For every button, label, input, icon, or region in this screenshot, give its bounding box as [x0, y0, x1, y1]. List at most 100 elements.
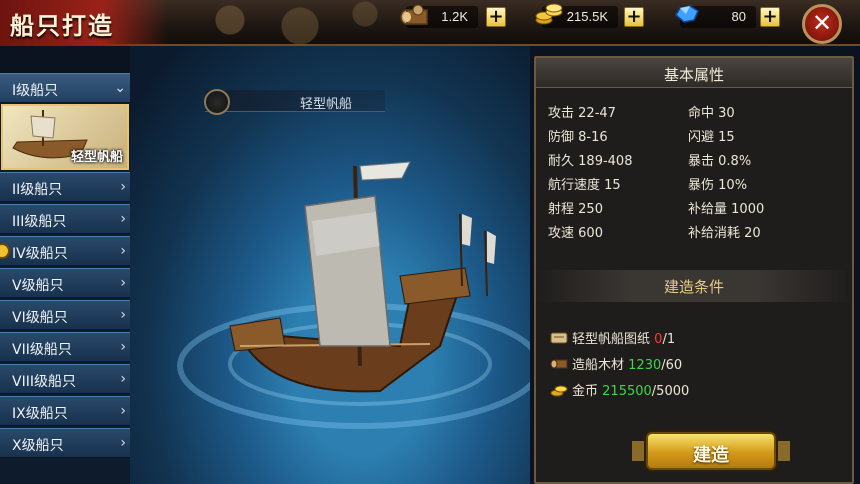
tier-8-ships[interactable]: VIII级船只 › [0, 364, 130, 394]
tier-label: VI级船只 [12, 310, 68, 326]
tier-label: X级船只 [12, 438, 64, 454]
attr-key: 攻速 [548, 226, 575, 241]
attr-supply: 补给量 1000 [688, 198, 764, 217]
attr-key: 补给消耗 [688, 226, 741, 241]
attr-value: 189-408 [578, 154, 633, 169]
attr-sail-speed: 航行速度 15 [548, 174, 621, 193]
req-label: 金币 [572, 384, 599, 399]
attr-supply-cost: 补给消耗 20 [688, 222, 761, 241]
build-button-label: 建造 [693, 445, 729, 466]
attr-key: 射程 [548, 202, 575, 217]
add-gem-button[interactable]: + [760, 7, 780, 27]
gold-resource: 215.5K [535, 3, 618, 28]
attr-value: 8-16 [578, 130, 608, 145]
attr-value: 15 [604, 178, 621, 193]
attr-key: 暴伤 [688, 178, 715, 193]
gold-coins-icon [535, 3, 563, 25]
add-gold-button[interactable]: + [624, 7, 644, 27]
tier-label: IX级船只 [12, 406, 68, 422]
attr-dodge: 闪避 15 [688, 126, 735, 145]
req-ship-wood: 造船木材 1230/60 [550, 354, 682, 373]
attr-key: 暴击 [688, 154, 715, 169]
close-icon: ✕ [811, 9, 833, 37]
tier-6-ships[interactable]: VI级船只 › [0, 300, 130, 330]
req-need: /60 [661, 358, 683, 373]
req-need: /1 [662, 332, 676, 347]
horn-icon[interactable] [204, 89, 230, 115]
attr-value: 1000 [731, 202, 765, 217]
attr-value: 30 [718, 106, 735, 121]
req-have: 1230 [628, 358, 662, 373]
req-have: 215500 [602, 384, 652, 399]
chevron-right-icon: › [120, 435, 126, 451]
attr-accuracy: 命中 30 [688, 102, 735, 121]
ship-name-label: 轻型帆船 [300, 97, 353, 112]
gem-amount: 80 [731, 9, 746, 24]
attr-attack: 攻击 22-47 [548, 102, 616, 121]
attr-value: 15 [718, 130, 735, 145]
page-title: 船只打造 [10, 12, 114, 40]
ship-name-bar [205, 90, 385, 112]
req-blueprint: 轻型帆船图纸 0/1 [550, 328, 675, 347]
attr-value: 0.8% [718, 154, 752, 169]
build-button[interactable]: 建造 [646, 432, 776, 470]
ship-info-panel: 基本属性 攻击 22-47 防御 8-16 耐久 189-408 航行速度 15… [534, 56, 854, 484]
tier-label: VIII级船只 [12, 374, 76, 390]
close-button[interactable]: ✕ [802, 4, 842, 44]
chevron-right-icon: › [120, 403, 126, 419]
chevron-right-icon: › [120, 307, 126, 323]
add-wood-button[interactable]: + [486, 7, 506, 27]
attr-key: 攻击 [548, 106, 575, 121]
tier-5-ships[interactable]: V级船只 › [0, 268, 130, 298]
tier-9-ships[interactable]: IX级船只 › [0, 396, 130, 426]
tier-10-ships[interactable]: X级船只 › [0, 428, 130, 458]
attr-value: 10% [718, 178, 748, 193]
chevron-right-icon: › [120, 243, 126, 259]
attr-key: 航行速度 [548, 178, 601, 193]
ship-card-label: 轻型帆船 [70, 150, 123, 165]
chevron-right-icon: › [120, 211, 126, 227]
attr-value: 600 [578, 226, 603, 241]
attr-value: 22-47 [578, 106, 616, 121]
chevron-right-icon: › [120, 179, 126, 195]
tier-label: V级船只 [12, 278, 64, 294]
gem-resource: 80 [675, 5, 756, 28]
chevron-right-icon: › [120, 339, 126, 355]
attr-value: 20 [744, 226, 761, 241]
tier-label: I级船只 [12, 83, 59, 99]
wood-resource: 1.2K [400, 4, 478, 28]
tier-4-ships[interactable]: IV级船只 › [0, 236, 130, 266]
tier-label: II级船只 [12, 182, 63, 198]
attr-defense: 防御 8-16 [548, 126, 608, 145]
attr-crit-rate: 暴击 0.8% [688, 150, 751, 169]
blue-gem-icon [675, 5, 699, 23]
blueprint-scroll-icon [550, 332, 568, 344]
attr-value: 250 [578, 202, 603, 217]
tier-label: III级船只 [12, 214, 67, 230]
attr-range: 射程 250 [548, 198, 603, 217]
chevron-down-icon: ⌄ [114, 80, 126, 96]
tier-2-ships[interactable]: II级船只 › [0, 172, 130, 202]
attr-key: 补给量 [688, 202, 728, 217]
req-label: 造船木材 [572, 358, 625, 373]
wood-log-icon [550, 359, 568, 369]
attr-durability: 耐久 189-408 [548, 150, 632, 169]
attr-key: 命中 [688, 106, 715, 121]
tier-3-ships[interactable]: III级船只 › [0, 204, 130, 234]
attr-key: 耐久 [548, 154, 575, 169]
gold-amount: 215.5K [566, 9, 608, 24]
build-conditions-title: 建造条件 [663, 278, 724, 296]
top-bar: 船只打造 1.2K + 215.5K + 80 + ✕ [0, 0, 860, 46]
basic-attributes-title: 基本属性 [663, 66, 724, 84]
req-gold: 金币 215500/5000 [550, 380, 689, 399]
chevron-right-icon: › [120, 371, 126, 387]
ship-card-light-sailboat[interactable]: 轻型帆船 [1, 104, 129, 170]
req-label: 轻型帆船图纸 [572, 332, 651, 347]
gold-coins-icon [550, 385, 568, 397]
chevron-right-icon: › [120, 275, 126, 291]
attr-crit-damage: 暴伤 10% [688, 174, 747, 193]
attr-attack-speed: 攻速 600 [548, 222, 603, 241]
tier-label: IV级船只 [12, 246, 68, 262]
tier-1-ships[interactable]: I级船只 ⌄ [0, 73, 130, 103]
tier-7-ships[interactable]: VII级船只 › [0, 332, 130, 362]
